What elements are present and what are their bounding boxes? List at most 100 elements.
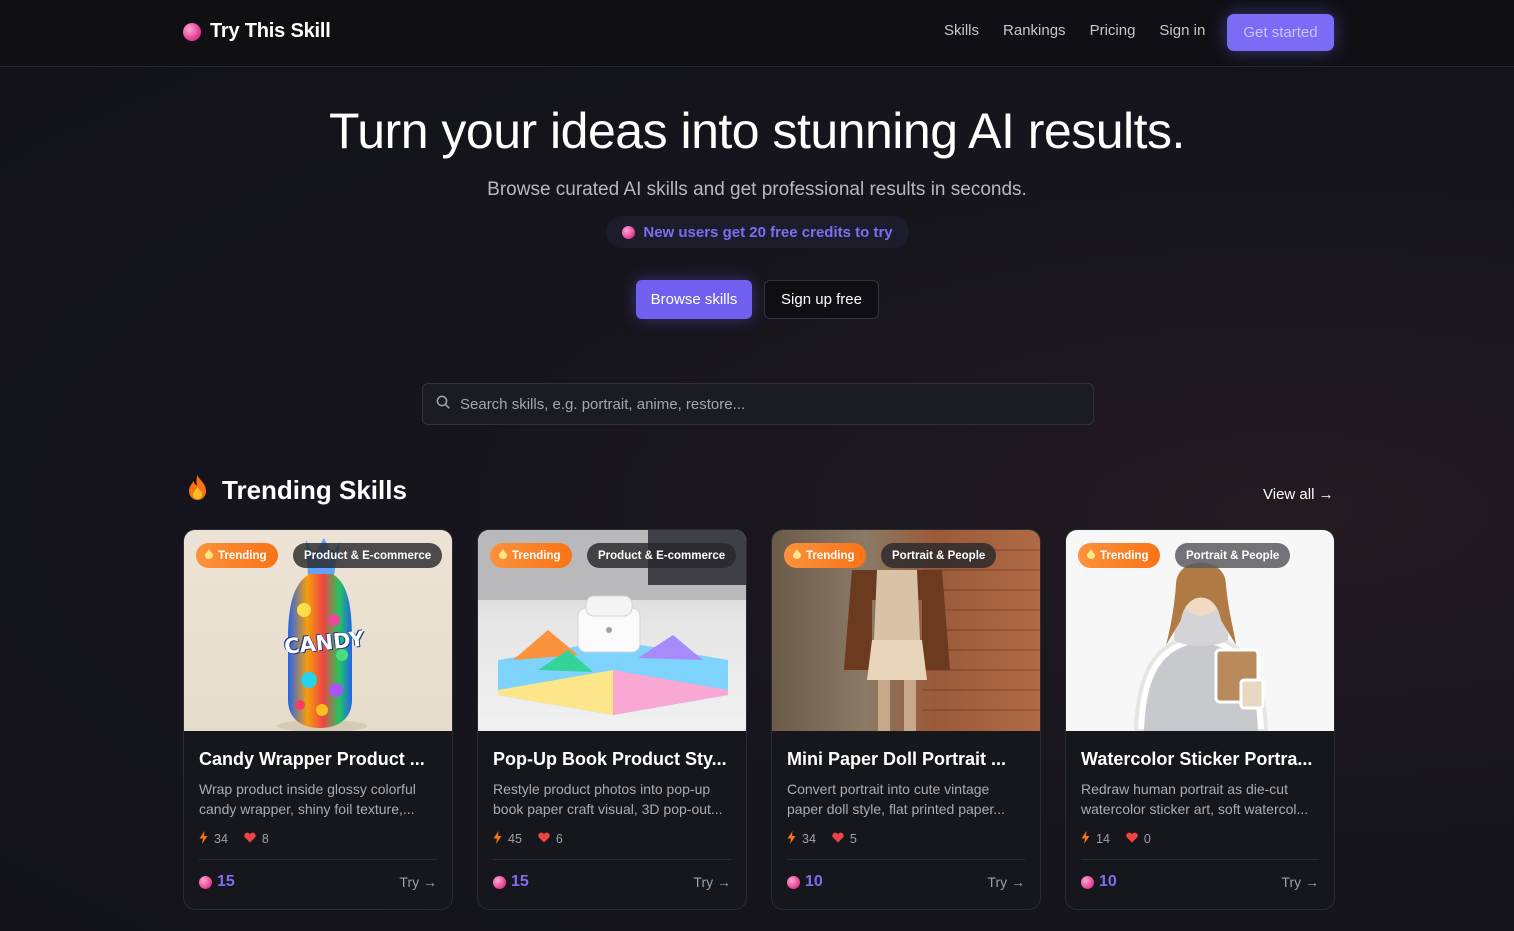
top-navbar: Try This Skill Skills Rankings Pricing S… (0, 0, 1514, 67)
uses-count: 45 (508, 832, 522, 846)
search-icon (436, 395, 450, 414)
card-stats: 14 0 (1081, 831, 1319, 847)
credit-orb-icon (493, 875, 506, 889)
section-title: Trending Skills (222, 474, 407, 505)
free-credits-text: New users get 20 free credits to try (643, 223, 893, 241)
credit-cost: 15 (493, 873, 529, 891)
try-link[interactable]: Try → (1281, 874, 1319, 890)
heart-icon (832, 832, 844, 846)
category-badge: Product & E-commerce (587, 543, 737, 568)
card-stats: 34 5 (787, 831, 1025, 847)
trending-badge: Trending (1078, 543, 1160, 568)
view-all-link[interactable]: View all → (1263, 486, 1334, 503)
card-title: Pop-Up Book Product Sty... (493, 749, 727, 769)
nav-link-sign-in[interactable]: Sign in (1159, 22, 1205, 39)
credit-cost: 10 (787, 873, 823, 891)
likes-count: 6 (555, 832, 563, 846)
card-image-candy-wrapper: CANDY Trending Product & E-commerce (184, 530, 452, 731)
card-title: Mini Paper Doll Portrait ... (787, 749, 1007, 769)
card-description: Restyle product photos into pop-up book … (493, 779, 731, 819)
skill-card-watercolor-sticker[interactable]: Trending Portrait & People Watercolor St… (1065, 529, 1335, 910)
bolt-icon (787, 831, 796, 847)
fire-icon (1087, 549, 1095, 562)
try-link[interactable]: Try → (399, 874, 437, 890)
category-badge: Portrait & People (881, 543, 997, 568)
credit-cost-value: 15 (511, 873, 529, 890)
trending-badge-label: Trending (218, 549, 267, 562)
card-image-pop-up-book: Trending Product & E-commerce (478, 530, 746, 731)
uses-count: 14 (1096, 832, 1110, 846)
card-description-line: candy wrapper, shiny foil texture,... (199, 801, 415, 817)
skill-card-mini-paper-doll[interactable]: Trending Portrait & People Mini Paper Do… (771, 529, 1041, 910)
trending-badge-label: Trending (512, 549, 561, 562)
credit-cost-value: 10 (805, 873, 823, 890)
credit-cost-value: 10 (1099, 873, 1117, 890)
credit-orb-icon (199, 875, 212, 889)
nav-link-pricing[interactable]: Pricing (1090, 22, 1136, 39)
credit-cost-value: 15 (217, 873, 235, 890)
bolt-icon (493, 831, 502, 847)
nav-link-rankings[interactable]: Rankings (1003, 22, 1066, 39)
card-description-line: book paper craft visual, 3D pop-out... (493, 801, 723, 817)
browse-skills-button[interactable]: Browse skills (636, 280, 752, 319)
likes-count: 5 (849, 832, 857, 846)
credit-cost: 15 (199, 873, 235, 891)
trending-badge: Trending (784, 543, 866, 568)
card-description-line: watercolor sticker art, soft watercol... (1081, 801, 1309, 817)
logo-orb-icon (183, 22, 201, 41)
sign-up-free-button[interactable]: Sign up free (764, 280, 879, 319)
category-badge: Portrait & People (1175, 543, 1291, 568)
search-bar (422, 383, 1094, 425)
trending-section-header: Trending Skills (187, 474, 407, 506)
category-badge: Product & E-commerce (293, 543, 443, 568)
bolt-icon (199, 831, 208, 847)
logo[interactable]: Try This Skill (183, 20, 331, 43)
nav-link-skills[interactable]: Skills (944, 22, 979, 39)
card-description-line: Convert portrait into cute vintage (787, 781, 990, 797)
fire-icon (793, 549, 801, 562)
card-description-line: Redraw human portrait as die-cut (1081, 781, 1288, 797)
heart-icon (244, 832, 256, 846)
skill-card-candy-wrapper[interactable]: CANDY Trending Product & E-commerce Cand… (183, 529, 453, 910)
heart-icon (1126, 832, 1138, 846)
try-link[interactable]: Try → (987, 874, 1025, 890)
trending-badge-label: Trending (806, 549, 855, 562)
heart-icon (538, 832, 550, 846)
card-description-line: paper doll style, flat printed paper... (787, 801, 1005, 817)
uses-count: 34 (214, 832, 228, 846)
fire-icon (187, 474, 208, 506)
card-description-line: Wrap product inside glossy colorful (199, 781, 416, 797)
credit-orb-icon (787, 875, 800, 889)
logo-text: Try This Skill (210, 20, 331, 42)
card-stats: 45 6 (493, 831, 731, 847)
trending-badge: Trending (196, 543, 278, 568)
trending-badge: Trending (490, 543, 572, 568)
likes-count: 0 (1143, 832, 1151, 846)
free-credits-pill: New users get 20 free credits to try (606, 216, 909, 248)
card-stats: 34 8 (199, 831, 437, 847)
credit-orb-icon (622, 225, 636, 239)
search-input[interactable] (460, 395, 1093, 413)
nav-links: Skills Rankings Pricing Sign in (944, 22, 1205, 39)
skill-card-pop-up-book[interactable]: Trending Product & E-commerce Pop-Up Boo… (477, 529, 747, 910)
card-title: Candy Wrapper Product ... (199, 749, 425, 769)
card-description-line: Restyle product photos into pop-up (493, 781, 711, 797)
uses-count: 34 (802, 832, 816, 846)
card-description: Redraw human portrait as die-cut waterco… (1081, 779, 1319, 819)
credit-orb-icon (1081, 875, 1094, 889)
bolt-icon (1081, 831, 1090, 847)
hero-subtitle: Browse curated AI skills and get profess… (487, 179, 1027, 200)
get-started-button[interactable]: Get started (1227, 14, 1334, 51)
trending-badge-label: Trending (1100, 549, 1149, 562)
hero-title: Turn your ideas into stunning AI results… (329, 103, 1185, 159)
credit-cost: 10 (1081, 873, 1117, 891)
fire-icon (205, 549, 213, 562)
card-description: Convert portrait into cute vintage paper… (787, 779, 1025, 819)
fire-icon (499, 549, 507, 562)
card-image-mini-paper-doll: Trending Portrait & People (772, 530, 1040, 731)
try-link[interactable]: Try → (693, 874, 731, 890)
card-description: Wrap product inside glossy colorful cand… (199, 779, 437, 819)
likes-count: 8 (261, 832, 269, 846)
card-title: Watercolor Sticker Portra... (1081, 749, 1313, 769)
card-image-watercolor-sticker: Trending Portrait & People (1066, 530, 1334, 731)
